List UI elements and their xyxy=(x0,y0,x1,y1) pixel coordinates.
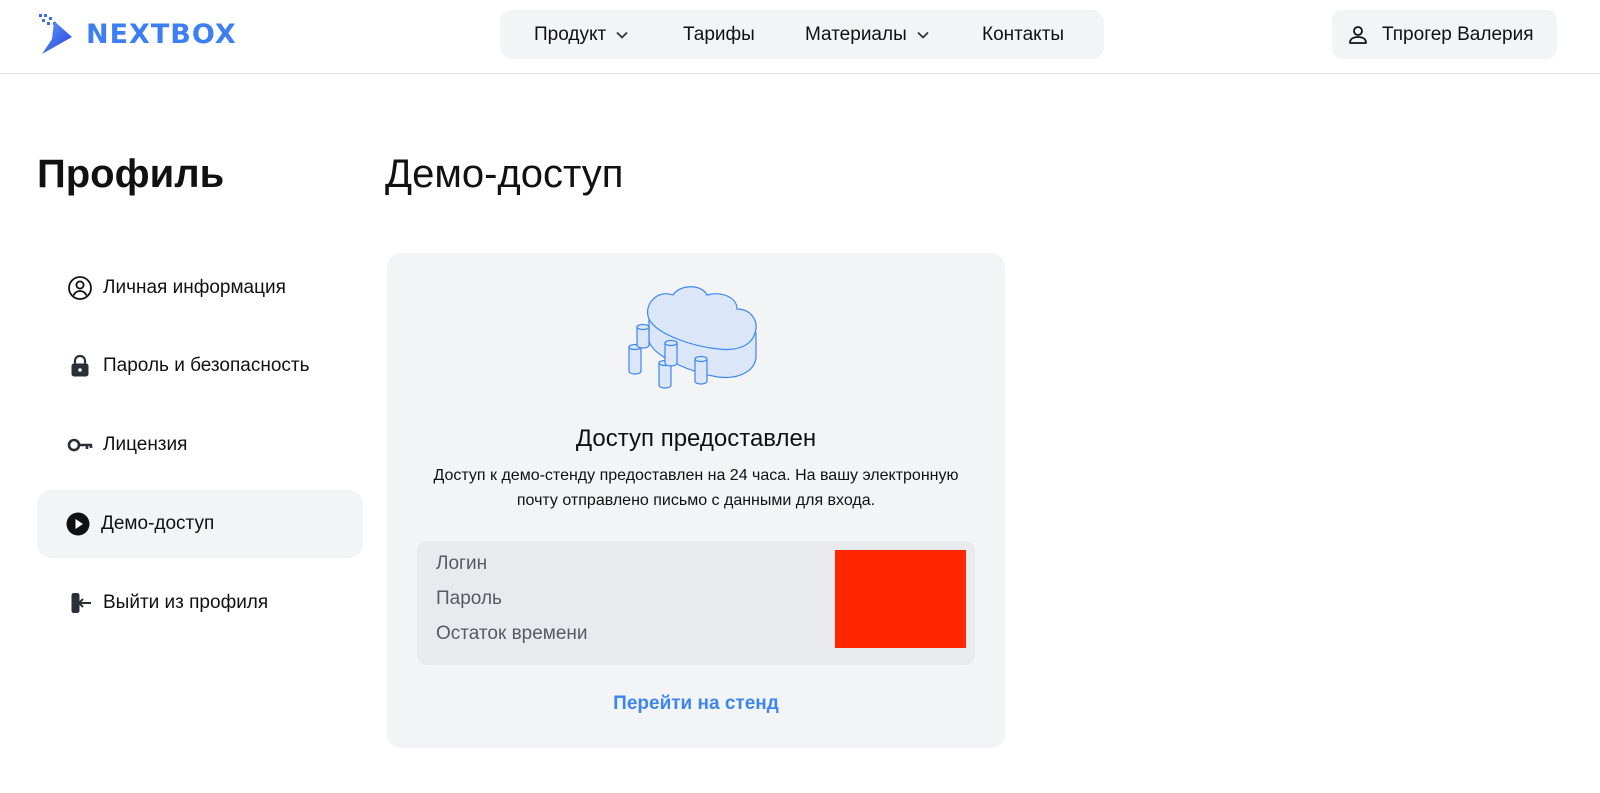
chevron-down-icon xyxy=(917,31,929,39)
credentials-box: Логин Пароль Остаток времени xyxy=(417,541,975,665)
logo-text: NEXTBOX xyxy=(86,18,237,50)
redacted-credentials xyxy=(835,550,966,648)
chevron-down-icon xyxy=(616,31,628,39)
sidebar-item-personal-info[interactable]: Личная информация xyxy=(37,254,363,322)
sidebar-item-logout[interactable]: Выйти из профиля xyxy=(37,569,363,637)
password-label: Пароль xyxy=(436,588,502,609)
key-icon xyxy=(67,438,93,452)
sidebar-item-label: Пароль и безопасность xyxy=(103,355,310,376)
card-title: Доступ предоставлен xyxy=(575,425,817,452)
sidebar-item-label: Личная информация xyxy=(103,277,286,298)
login-label: Логин xyxy=(436,553,488,574)
demo-access-card: Доступ предоставлен Доступ к демо-стенду… xyxy=(387,253,1005,748)
sidebar-item-license[interactable]: Лицензия xyxy=(37,411,363,479)
nav-materials[interactable]: Материалы xyxy=(805,10,929,59)
page-title: Демо-доступ xyxy=(385,152,624,196)
user-menu-button[interactable]: Тпрогер Валерия xyxy=(1332,10,1557,59)
logo[interactable]: NEXTBOX xyxy=(38,13,237,55)
main-nav: Продукт Тарифы Материалы Контакты xyxy=(500,10,1104,59)
nav-contacts-label: Контакты xyxy=(982,23,1065,45)
nav-contacts[interactable]: Контакты xyxy=(982,10,1064,59)
sidebar-item-label: Лицензия xyxy=(103,434,188,455)
sidebar-item-demo-access[interactable]: Демо-доступ xyxy=(37,490,363,558)
nav-materials-label: Материалы xyxy=(805,23,907,45)
nextbox-logo-icon xyxy=(39,14,72,54)
user-icon xyxy=(1349,25,1367,44)
cloud-storage-icon xyxy=(628,286,757,389)
nav-tariffs-label: Тарифы xyxy=(683,23,755,45)
go-to-stand-link[interactable]: Перейти на стенд xyxy=(387,693,1005,715)
nav-product[interactable]: Продукт xyxy=(534,10,628,59)
profile-title: Профиль xyxy=(37,152,225,196)
lock-icon xyxy=(71,354,89,377)
top-header: NEXTBOX Продукт Тарифы Материалы Контакт… xyxy=(0,0,1600,74)
nav-product-label: Продукт xyxy=(534,23,607,45)
logout-icon xyxy=(71,593,91,613)
nav-tariffs[interactable]: Тарифы xyxy=(683,10,755,59)
user-circle-icon xyxy=(68,276,92,300)
sidebar-item-label: Демо-доступ xyxy=(101,513,215,534)
sidebar-item-label: Выйти из профиля xyxy=(103,592,269,613)
user-name: Тпрогер Валерия xyxy=(1382,23,1534,45)
play-circle-icon xyxy=(66,512,90,536)
time-left-label: Остаток времени xyxy=(436,623,588,644)
card-description: Доступ к демо-стенду предоставлен на 24 … xyxy=(433,467,959,509)
sidebar-item-password-security[interactable]: Пароль и безопасность xyxy=(37,332,363,400)
